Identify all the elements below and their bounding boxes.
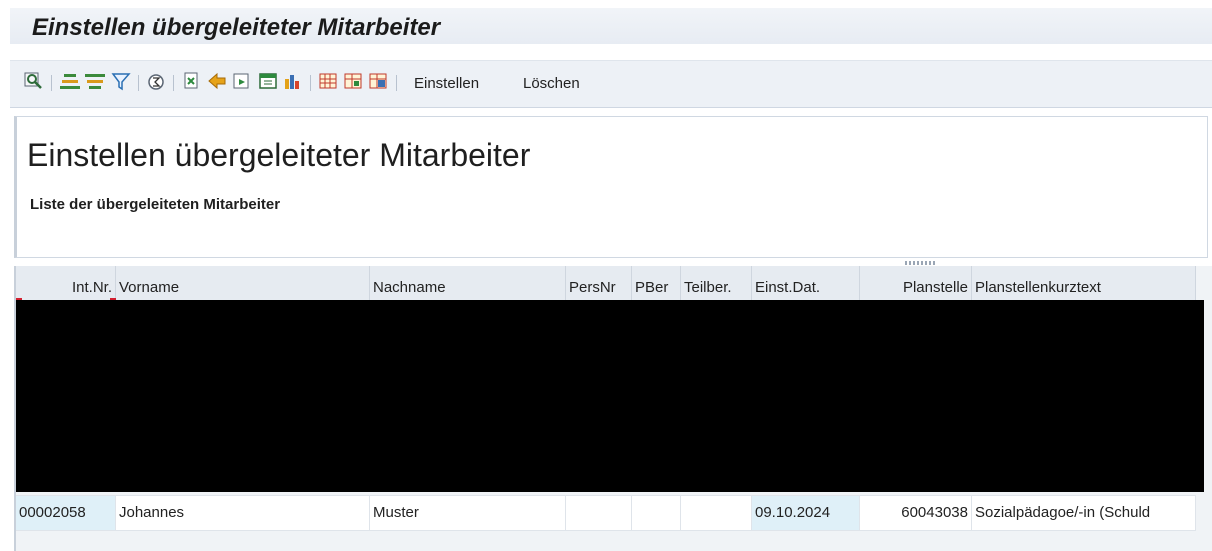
table-row[interactable]: 00002058 Johannes Muster 09.10.2024 6004… [16,495,1196,531]
page-title: Einstellen übergeleiteter Mitarbeiter [27,137,531,173]
column-header-pber[interactable]: PBer [632,266,681,300]
splitter-handle[interactable] [905,261,935,265]
cell-nachname[interactable]: Muster [370,496,566,530]
cell-einst-dat[interactable]: 09.10.2024 [752,496,860,530]
column-header-persnr[interactable]: PersNr [566,266,632,300]
export-icon[interactable] [207,71,227,91]
window-title: Einstellen übergeleiteter Mitarbeiter [32,14,441,41]
cell-planstellenkurztext[interactable]: Sozialpädagoe/-in (Schuld [972,496,1196,530]
loeschen-button[interactable]: Löschen [523,75,580,92]
title-bar: Einstellen übergeleiteter Mitarbeiter [10,8,1212,44]
column-header-planstelle[interactable]: Planstelle [860,266,972,300]
layout-save-icon[interactable] [368,71,388,91]
print-preview-icon[interactable] [182,71,202,91]
column-header-nachname[interactable]: Nachname [370,266,566,300]
header-panel: Einstellen übergeleiteter Mitarbeiter Li… [14,116,1208,258]
alv-grid: Int.Nr. Vorname Nachname PersNr PBer Tei… [14,266,1212,551]
sort-ascending-icon[interactable] [60,71,80,91]
column-header-planstellenkurztext[interactable]: Planstellenkurztext [972,266,1196,300]
filter-icon[interactable] [111,71,131,91]
abc-analysis-icon[interactable] [283,71,303,91]
alv-toolbar: Einstellen Löschen [10,60,1212,108]
local-file-icon[interactable] [258,71,278,91]
sort-descending-icon[interactable] [85,71,105,91]
layout-change-icon[interactable] [343,71,363,91]
cell-persnr[interactable] [566,496,632,530]
column-header-int-nr[interactable]: Int.Nr. [16,266,116,300]
grid-header: Int.Nr. Vorname Nachname PersNr PBer Tei… [16,266,1196,301]
cell-pber[interactable] [632,496,681,530]
redacted-rows [16,300,1204,492]
cell-teilber[interactable] [681,496,752,530]
sap-window: Einstellen übergeleiteter Mitarbeiter Ei… [10,8,1212,551]
column-header-vorname[interactable]: Vorname [116,266,370,300]
layout-select-icon[interactable] [318,71,338,91]
list-subtitle: Liste der übergeleiteten Mitarbeiter [30,196,281,213]
cell-int-nr[interactable]: 00002058 [16,496,116,530]
column-header-teilber[interactable]: Teilber. [681,266,752,300]
cell-vorname[interactable]: Johannes [116,496,370,530]
cell-planstelle[interactable]: 60043038 [860,496,972,530]
einstellen-button[interactable]: Einstellen [414,75,479,92]
total-sum-icon[interactable] [146,71,166,91]
word-processing-icon[interactable] [232,71,252,91]
column-header-einst-dat[interactable]: Einst.Dat. [752,266,860,300]
details-magnifier-icon[interactable] [24,71,44,91]
